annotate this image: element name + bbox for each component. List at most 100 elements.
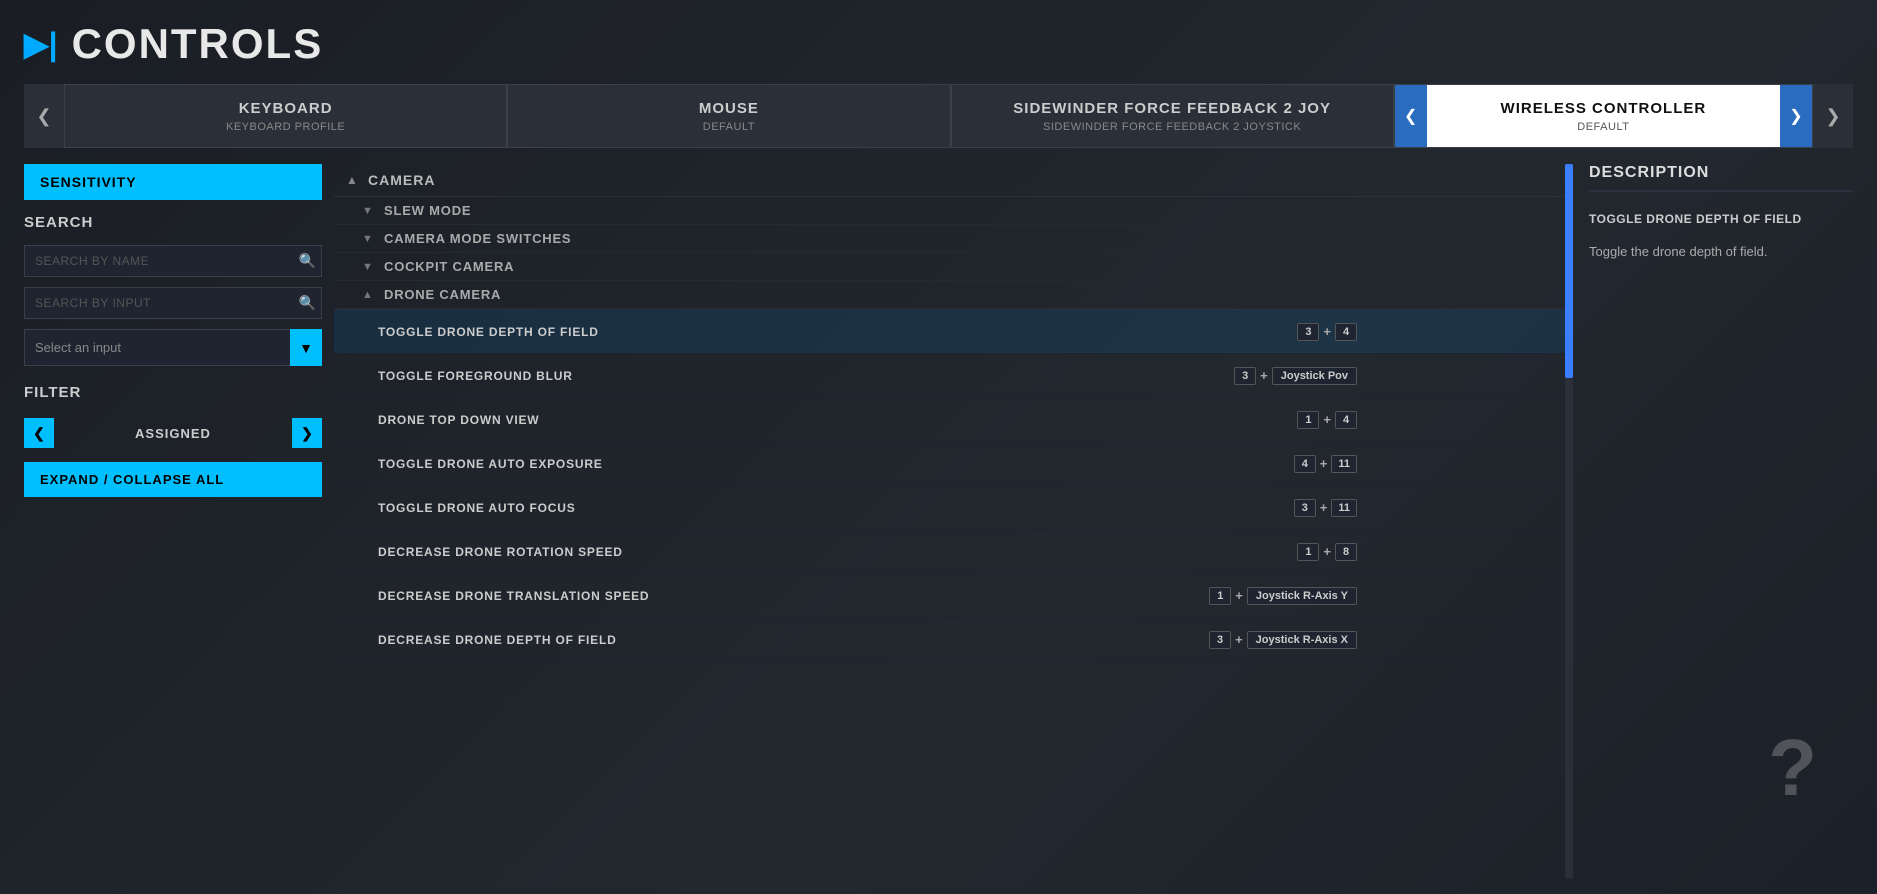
main-panel[interactable]: ▲ CAMERA ▼ SLEW MODE ▼ CAMERA MODE SWITC…	[334, 164, 1573, 878]
search-by-name-input[interactable]	[24, 245, 322, 277]
key-badge-joystick-pov: Joystick Pov	[1272, 367, 1357, 385]
control-decrease-drone-dof-name: DECREASE DRONE DEPTH OF FIELD	[378, 633, 1209, 647]
plus-symbol-6: +	[1323, 544, 1331, 559]
subcategory-cockpit-camera[interactable]: ▼ COCKPIT CAMERA	[334, 253, 1569, 281]
search-by-input-icon[interactable]: 🔍	[299, 295, 316, 312]
scrollbar[interactable]	[1565, 164, 1573, 878]
category-camera[interactable]: ▲ CAMERA	[334, 164, 1569, 197]
tab-mouse-sublabel: DEFAULT	[703, 121, 755, 133]
tab-sidewinder[interactable]: SIDEWINDER FORCE FEEDBACK 2 JOY SIDEWIND…	[951, 84, 1394, 148]
control-toggle-drone-auto-focus-name: TOGGLE DRONE AUTO FOCUS	[378, 501, 1294, 515]
control-decrease-drone-rotation[interactable]: DECREASE DRONE ROTATION SPEED 1 + 8	[334, 530, 1569, 574]
tab-keyboard-sublabel: KEYBOARD PROFILE	[226, 121, 345, 133]
filter-next-button[interactable]: ❯	[292, 418, 322, 448]
filter-row: ❮ ASSIGNED ❯	[24, 418, 322, 448]
key-badge-1c: 1	[1209, 587, 1231, 605]
control-drone-top-down-view[interactable]: DRONE TOP DOWN VIEW 1 + 4	[334, 398, 1569, 442]
category-camera-name: CAMERA	[368, 172, 435, 188]
category-camera-chevron: ▲	[346, 173, 360, 187]
control-toggle-drone-dof-binding: 3 + 4	[1297, 323, 1357, 341]
tab-wireless[interactable]: ❮ WIRELESS CONTROLLER DEFAULT ❯	[1394, 84, 1813, 148]
key-badge-4b: 4	[1335, 411, 1357, 429]
tab-mouse[interactable]: MOUSE DEFAULT	[507, 84, 950, 148]
subcategory-cockpit-chevron: ▼	[362, 261, 376, 273]
key-badge-1b: 1	[1297, 543, 1319, 561]
filter-prev-button[interactable]: ❮	[24, 418, 54, 448]
control-toggle-drone-dof[interactable]: TOGGLE DRONE DEPTH OF FIELD 3 + 4	[334, 310, 1569, 354]
tab-prev-button[interactable]: ❮	[24, 84, 64, 148]
description-item-name: TOGGLE DRONE DEPTH OF FIELD	[1589, 212, 1853, 226]
tab-bar: ❮ KEYBOARD KEYBOARD PROFILE MOUSE DEFAUL…	[24, 84, 1853, 148]
control-decrease-drone-dof[interactable]: DECREASE DRONE DEPTH OF FIELD 3 + Joysti…	[334, 618, 1569, 662]
content-area: SENSITIVITY SEARCH 🔍 🔍 Select an input ▼…	[24, 164, 1853, 878]
control-decrease-drone-translation-name: DECREASE DRONE TRANSLATION SPEED	[378, 589, 1209, 603]
control-toggle-drone-auto-exposure[interactable]: TOGGLE DRONE AUTO EXPOSURE 4 + 11	[334, 442, 1569, 486]
control-decrease-drone-translation-binding: 1 + Joystick R-Axis Y	[1209, 587, 1357, 605]
filter-section-label: FILTER	[24, 384, 322, 402]
subcategory-slew-mode[interactable]: ▼ SLEW MODE	[334, 197, 1569, 225]
control-toggle-drone-dof-name: TOGGLE DRONE DEPTH OF FIELD	[378, 325, 1297, 339]
description-panel: DESCRIPTION TOGGLE DRONE DEPTH OF FIELD …	[1573, 164, 1853, 878]
control-toggle-drone-auto-focus-binding: 3 + 11	[1294, 499, 1357, 517]
key-badge-11b: 11	[1331, 499, 1357, 517]
search-by-name-icon[interactable]: 🔍	[299, 253, 316, 270]
tab-wireless-prev-button[interactable]: ❮	[1395, 85, 1427, 147]
description-title: DESCRIPTION	[1589, 164, 1853, 192]
subcategory-slew-chevron: ▼	[362, 205, 376, 217]
control-decrease-drone-rotation-name: DECREASE DRONE ROTATION SPEED	[378, 545, 1297, 559]
subcategory-drone-chevron: ▲	[362, 289, 376, 301]
search-section-label: SEARCH	[24, 214, 322, 231]
tab-wireless-label: WIRELESS CONTROLLER	[1501, 100, 1707, 117]
key-badge-joystick-r-axis-y: Joystick R-Axis Y	[1247, 587, 1357, 605]
control-toggle-drone-auto-exposure-name: TOGGLE DRONE AUTO EXPOSURE	[378, 457, 1294, 471]
subcategory-drone-camera[interactable]: ▲ DRONE CAMERA	[334, 281, 1569, 309]
tab-wireless-inner: WIRELESS CONTROLLER DEFAULT	[1427, 100, 1780, 133]
tab-next-button[interactable]: ❯	[1813, 84, 1853, 148]
control-toggle-drone-auto-exposure-binding: 4 + 11	[1294, 455, 1357, 473]
tab-keyboard[interactable]: KEYBOARD KEYBOARD PROFILE	[64, 84, 507, 148]
sensitivity-button[interactable]: SENSITIVITY	[24, 164, 322, 200]
tab-mouse-label: MOUSE	[699, 100, 759, 117]
select-input[interactable]: Select an input	[24, 329, 322, 366]
subcategory-slew-name: SLEW MODE	[384, 203, 471, 218]
control-decrease-drone-dof-binding: 3 + Joystick R-Axis X	[1209, 631, 1357, 649]
key-badge-4: 4	[1335, 323, 1357, 341]
subcategory-drone-name: DRONE CAMERA	[384, 287, 501, 302]
scroll-thumb	[1565, 164, 1573, 378]
search-by-input-input[interactable]	[24, 287, 322, 319]
key-badge-3d: 3	[1209, 631, 1231, 649]
key-badge-8: 8	[1335, 543, 1357, 561]
control-toggle-foreground-blur-binding: 3 + Joystick Pov	[1234, 367, 1357, 385]
page-icon: ▶|	[24, 28, 58, 60]
control-toggle-foreground-blur[interactable]: TOGGLE FOREGROUND BLUR 3 + Joystick Pov	[334, 354, 1569, 398]
subcategory-camera-mode[interactable]: ▼ CAMERA MODE SWITCHES	[334, 225, 1569, 253]
search-by-name-field: 🔍	[24, 245, 322, 277]
filter-value: ASSIGNED	[62, 426, 284, 441]
tab-wireless-sublabel: DEFAULT	[1577, 121, 1629, 133]
select-input-wrapper: Select an input ▼	[24, 329, 322, 366]
tab-wireless-next-button[interactable]: ❯	[1780, 85, 1812, 147]
control-toggle-drone-auto-focus[interactable]: TOGGLE DRONE AUTO FOCUS 3 + 11	[334, 486, 1569, 530]
tab-keyboard-label: KEYBOARD	[239, 100, 333, 117]
control-decrease-drone-rotation-binding: 1 + 8	[1297, 543, 1357, 561]
subcategory-camera-mode-chevron: ▼	[362, 233, 376, 245]
sidebar: SENSITIVITY SEARCH 🔍 🔍 Select an input ▼…	[24, 164, 334, 878]
controls-list: ▲ CAMERA ▼ SLEW MODE ▼ CAMERA MODE SWITC…	[334, 164, 1569, 662]
subcategory-cockpit-name: COCKPIT CAMERA	[384, 259, 514, 274]
control-decrease-drone-translation[interactable]: DECREASE DRONE TRANSLATION SPEED 1 + Joy…	[334, 574, 1569, 618]
page-title: CONTROLS	[72, 20, 324, 68]
plus-symbol-3: +	[1323, 412, 1331, 427]
key-badge-3c: 3	[1294, 499, 1316, 517]
expand-collapse-button[interactable]: EXPAND / COLLAPSE ALL	[24, 462, 322, 497]
plus-symbol-5: +	[1320, 500, 1328, 515]
control-drone-top-down-binding: 1 + 4	[1297, 411, 1357, 429]
page-header: ▶| CONTROLS	[24, 20, 1853, 68]
description-item-text: Toggle the drone depth of field.	[1589, 242, 1853, 262]
plus-symbol-8: +	[1235, 632, 1243, 647]
plus-symbol-7: +	[1235, 588, 1243, 603]
key-badge-1: 1	[1297, 411, 1319, 429]
plus-symbol: +	[1323, 324, 1331, 339]
key-badge-11: 11	[1331, 455, 1357, 473]
plus-symbol-4: +	[1320, 456, 1328, 471]
tab-sidewinder-sublabel: SIDEWINDER FORCE FEEDBACK 2 JOYSTICK	[1043, 121, 1301, 133]
